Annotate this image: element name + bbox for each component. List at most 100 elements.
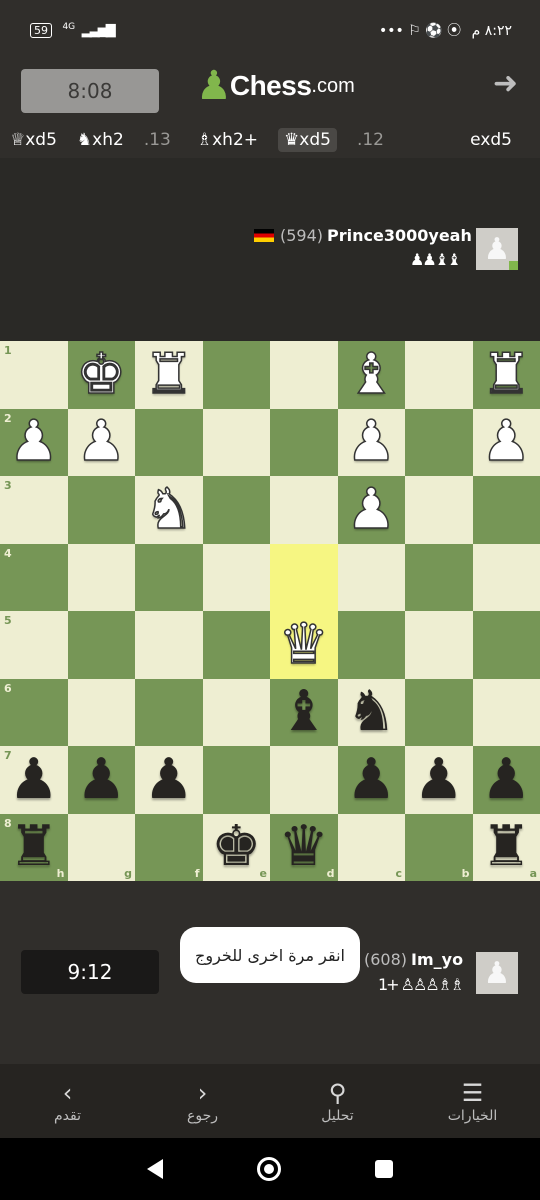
board-square[interactable]: ♟ — [337, 476, 405, 544]
board-square[interactable]: g — [67, 813, 135, 881]
board-square[interactable] — [135, 611, 203, 679]
black-rook-icon[interactable]: ♜ — [9, 819, 59, 875]
black-bishop-icon[interactable]: ♝ — [279, 684, 329, 740]
board-square[interactable] — [202, 746, 270, 814]
board-square[interactable] — [405, 476, 473, 544]
board-square[interactable]: ♝ — [270, 678, 338, 746]
board-square[interactable]: ♚ — [67, 341, 135, 409]
nav-item[interactable]: › رجوع — [135, 1064, 270, 1138]
board-square[interactable]: 4 — [0, 543, 68, 611]
system-home-icon[interactable] — [257, 1157, 281, 1181]
board-square[interactable]: ♟ — [337, 746, 405, 814]
board-square[interactable]: ♜ — [135, 341, 203, 409]
system-back-icon[interactable] — [147, 1159, 163, 1179]
white-rook-icon[interactable]: ♜ — [480, 346, 532, 404]
board-square[interactable]: c — [337, 813, 405, 881]
white-pawn-icon[interactable]: ♟ — [345, 481, 397, 539]
black-pawn-icon[interactable]: ♟ — [414, 751, 464, 808]
board-square[interactable] — [67, 678, 135, 746]
board-square[interactable] — [202, 543, 270, 611]
black-pawn-icon[interactable]: ♟ — [76, 751, 126, 808]
board-square[interactable] — [135, 408, 203, 476]
board-square[interactable] — [405, 543, 473, 611]
nav-item[interactable]: ‹ تقدم — [0, 1064, 135, 1138]
white-knight-icon[interactable]: ♞ — [143, 481, 195, 539]
board-square[interactable]: 1 — [0, 341, 68, 409]
board-square[interactable] — [67, 476, 135, 544]
board-square[interactable] — [270, 543, 338, 611]
board-square[interactable]: ♟ — [135, 746, 203, 814]
board-square[interactable]: 8 h ♜ — [0, 813, 68, 881]
board-square[interactable] — [67, 611, 135, 679]
board-square[interactable] — [202, 408, 270, 476]
board-square[interactable] — [202, 476, 270, 544]
white-rook-icon[interactable]: ♜ — [143, 346, 195, 404]
board-square[interactable]: 2 ♟ — [0, 408, 68, 476]
board-square[interactable] — [202, 611, 270, 679]
move-list[interactable]: ♕xd5 ♞xh2 .13 ♗xh2+ ♛xd5 .12 exd5 — [0, 122, 540, 158]
board-square[interactable]: 7 ♟ — [0, 746, 68, 814]
opponent-info[interactable]: (594) Prince3000yeah — [254, 226, 472, 245]
board-square[interactable]: 3 — [0, 476, 68, 544]
board-square[interactable]: ♟ — [472, 746, 540, 814]
board-square[interactable]: ♞ — [135, 476, 203, 544]
board-square[interactable] — [405, 408, 473, 476]
board-square[interactable]: a ♜ — [472, 813, 540, 881]
board-square[interactable] — [472, 476, 540, 544]
opponent-avatar[interactable]: ♟ — [476, 228, 518, 270]
board-square[interactable] — [270, 476, 338, 544]
board-square[interactable]: 6 — [0, 678, 68, 746]
board-square[interactable]: ♛ — [270, 611, 338, 679]
black-pawn-icon[interactable]: ♟ — [144, 751, 194, 808]
nav-item[interactable]: ☰ الخيارات — [405, 1064, 540, 1138]
board-square[interactable] — [202, 678, 270, 746]
board-square[interactable]: b — [405, 813, 473, 881]
black-knight-icon[interactable]: ♞ — [346, 684, 396, 740]
nav-item[interactable]: ⚲ تحليل — [270, 1064, 405, 1138]
board-square[interactable]: ♟ — [337, 408, 405, 476]
board-square[interactable] — [405, 341, 473, 409]
board-square[interactable]: ♟ — [67, 408, 135, 476]
board-square[interactable]: ♟ — [405, 746, 473, 814]
white-bishop-icon[interactable]: ♝ — [345, 346, 397, 404]
player-avatar[interactable]: ♟ — [476, 952, 518, 994]
black-pawn-icon[interactable]: ♟ — [346, 751, 396, 808]
board-square[interactable] — [405, 611, 473, 679]
system-recents-icon[interactable] — [375, 1160, 393, 1178]
move-item[interactable]: ♕xd5 — [10, 130, 57, 150]
board-square[interactable]: e ♚ — [202, 813, 270, 881]
board-square[interactable] — [270, 341, 338, 409]
board-square[interactable] — [472, 611, 540, 679]
board-square[interactable] — [135, 543, 203, 611]
white-pawn-icon[interactable]: ♟ — [345, 413, 397, 471]
white-king-icon[interactable]: ♚ — [75, 346, 127, 404]
black-pawn-icon[interactable]: ♟ — [481, 751, 531, 808]
board-square[interactable]: f — [135, 813, 203, 881]
board-square[interactable] — [67, 543, 135, 611]
board-square[interactable] — [337, 543, 405, 611]
player-info[interactable]: (608) Im_yo — [364, 950, 463, 969]
board-square[interactable]: ♞ — [337, 678, 405, 746]
chess-board[interactable]: 1 ♚ ♜ ♝ ♜ 2 ♟ ♟ ♟ ♟ 3 ♞ ♟ 4 5 ♛ 6 ♝ ♞ 7 ♟ ♟ ♟ ♟ ♟ ♟ 8 h ♜ g f e ♚ d ♛ c b a ♜ — [0, 341, 540, 881]
board-square[interactable] — [270, 408, 338, 476]
board-square[interactable]: d ♛ — [270, 813, 338, 881]
board-square[interactable] — [270, 746, 338, 814]
board-square[interactable]: 5 — [0, 611, 68, 679]
forward-arrow-icon[interactable]: ➜ — [493, 66, 518, 101]
white-pawn-icon[interactable]: ♟ — [480, 413, 532, 471]
board-square[interactable]: ♟ — [472, 408, 540, 476]
black-rook-icon[interactable]: ♜ — [481, 819, 531, 875]
white-queen-icon[interactable]: ♛ — [278, 616, 330, 674]
black-queen-icon[interactable]: ♛ — [279, 819, 329, 875]
black-pawn-icon[interactable]: ♟ — [9, 751, 59, 808]
board-square[interactable]: ♜ — [472, 341, 540, 409]
white-pawn-icon[interactable]: ♟ — [8, 413, 60, 471]
move-item[interactable]: ♞xh2 — [77, 130, 124, 150]
board-square[interactable]: ♟ — [67, 746, 135, 814]
move-item[interactable]: ♗xh2+ — [197, 130, 258, 150]
black-king-icon[interactable]: ♚ — [211, 819, 261, 875]
white-pawn-icon[interactable]: ♟ — [75, 413, 127, 471]
board-square[interactable]: ♝ — [337, 341, 405, 409]
board-square[interactable] — [337, 611, 405, 679]
board-square[interactable] — [472, 678, 540, 746]
